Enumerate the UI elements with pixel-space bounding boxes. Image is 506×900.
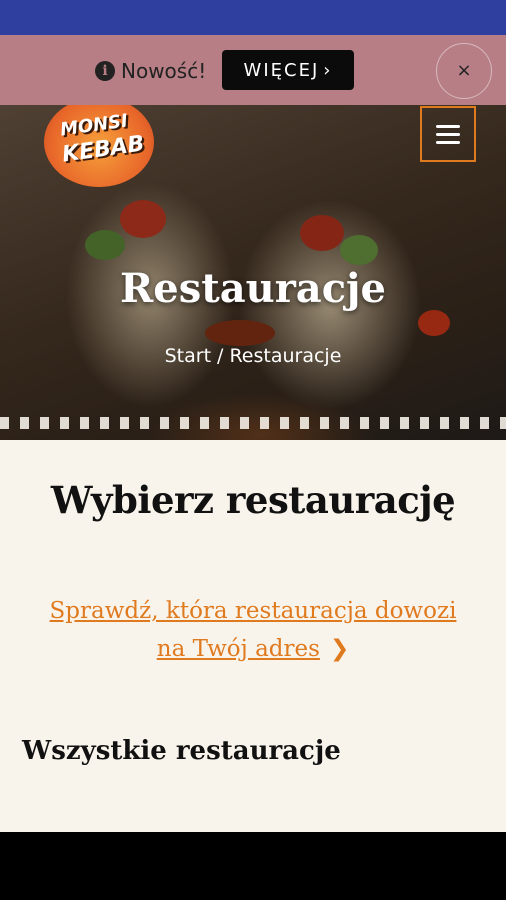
check-delivery-link[interactable]: Sprawdź, która restauracja dowozi na Twó… [40,592,466,668]
more-button-label: WIĘCEJ [243,59,320,81]
decorative-border [0,417,506,429]
breadcrumb-separator: / [217,345,224,367]
info-circle-icon: i [95,61,115,81]
more-button[interactable]: WIĘCEJ › [222,50,354,90]
hamburger-menu-icon-line [436,140,460,144]
section-heading: Wybierz restaurację [50,478,456,522]
hamburger-menu-icon-line [436,132,460,136]
page-title: Restauracje [120,265,386,312]
hero-banner: MONSI KEBAB Restauracje Start / Restauracj… [0,105,506,440]
status-bar [0,0,506,35]
main-content: Wybierz restaurację Sprawdź, która resta… [0,440,506,832]
chevron-right-icon: › [323,59,333,81]
close-promo-button[interactable]: × [436,43,492,99]
all-restaurants-heading: Wszystkie restauracje [22,736,341,766]
menu-button[interactable] [420,106,476,162]
promo-info: i Nowość! [95,59,206,83]
chevron-right-icon: ❯ [329,636,350,662]
hamburger-menu-icon [436,124,460,128]
breadcrumb: Start / Restauracje [0,345,506,367]
check-delivery-link-label: Sprawdź, która restauracja dowozi na Twó… [49,598,457,662]
navigation-bar [0,832,506,900]
promo-text: Nowość! [121,59,207,83]
breadcrumb-home-link[interactable]: Start [165,345,211,367]
promo-bar: i Nowość! WIĘCEJ › × [0,35,506,105]
breadcrumb-current: Restauracje [229,345,342,367]
